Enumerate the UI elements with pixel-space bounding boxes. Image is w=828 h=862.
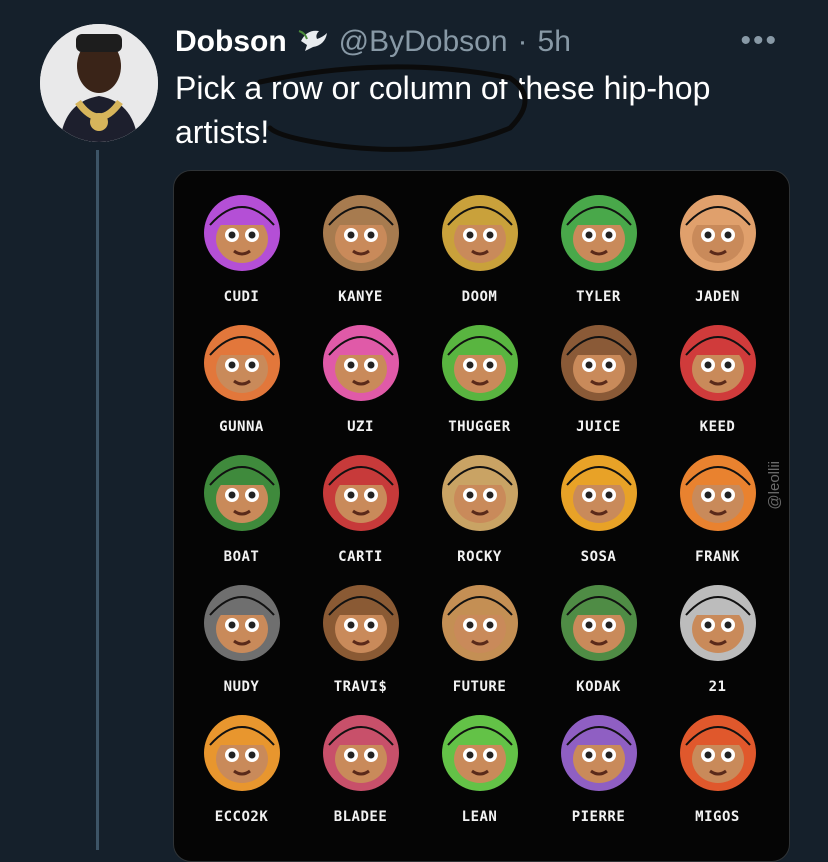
artist-face-icon bbox=[679, 455, 756, 531]
artist-face-icon bbox=[679, 715, 756, 791]
artist-cell: PIERRE bbox=[539, 699, 658, 829]
artist-cell: DOOM bbox=[420, 179, 539, 309]
watermark: @leollii bbox=[766, 461, 783, 510]
artist-cell: FRANK bbox=[658, 439, 777, 569]
artist-cell: GUNNA bbox=[182, 309, 301, 439]
artist-label: UZI bbox=[347, 419, 374, 435]
artist-label: BOAT bbox=[223, 549, 260, 565]
artist-label: PIERRE bbox=[571, 809, 626, 825]
artist-label: 21 bbox=[708, 679, 727, 695]
artist-label: FUTURE bbox=[452, 679, 507, 695]
artist-cell: KEED bbox=[658, 309, 777, 439]
artist-label: ROCKY bbox=[457, 549, 502, 565]
artist-cell: KANYE bbox=[301, 179, 420, 309]
artist-face-icon bbox=[679, 325, 756, 401]
artist-cell: ECCO2K bbox=[182, 699, 301, 829]
artist-face-icon bbox=[560, 325, 637, 401]
artist-face-icon bbox=[679, 195, 756, 271]
artist-face-icon bbox=[322, 715, 399, 791]
artist-cell: UZI bbox=[301, 309, 420, 439]
artist-face-icon bbox=[322, 585, 399, 661]
timestamp[interactable]: 5h bbox=[538, 25, 571, 59]
artist-label: THUGGER bbox=[448, 419, 511, 435]
artist-label: KODAK bbox=[576, 679, 621, 695]
artist-label: KEED bbox=[699, 419, 736, 435]
artist-face-icon bbox=[203, 585, 280, 661]
thread-line bbox=[96, 150, 99, 850]
artist-label: FRANK bbox=[695, 549, 740, 565]
more-options-button[interactable]: ••• bbox=[740, 24, 778, 58]
artist-label: CUDI bbox=[223, 289, 260, 305]
artist-cell: SOSA bbox=[539, 439, 658, 569]
artist-face-icon bbox=[560, 455, 637, 531]
artist-face-icon bbox=[322, 195, 399, 271]
artist-cell: THUGGER bbox=[420, 309, 539, 439]
artist-label: NUDY bbox=[223, 679, 260, 695]
artist-face-icon bbox=[441, 455, 518, 531]
artist-face-icon bbox=[322, 455, 399, 531]
artist-label: ECCO2K bbox=[214, 809, 269, 825]
profile-avatar[interactable] bbox=[40, 24, 158, 142]
artist-label: JUICE bbox=[576, 419, 621, 435]
artist-face-icon bbox=[203, 455, 280, 531]
artist-cell: NUDY bbox=[182, 569, 301, 699]
user-handle[interactable]: @ByDobson bbox=[339, 25, 508, 59]
artist-cell: 21 bbox=[658, 569, 777, 699]
artist-cell: BLADEE bbox=[301, 699, 420, 829]
artist-face-icon bbox=[441, 325, 518, 401]
artist-label: TRAVI$ bbox=[333, 679, 388, 695]
artist-label: CARTI bbox=[338, 549, 383, 565]
artist-cell: JADEN bbox=[658, 179, 777, 309]
artist-label: KANYE bbox=[338, 289, 383, 305]
artist-cell: TYLER bbox=[539, 179, 658, 309]
artist-face-icon bbox=[441, 195, 518, 271]
artist-label: GUNNA bbox=[219, 419, 264, 435]
artist-label: JADEN bbox=[695, 289, 740, 305]
artist-cell: FUTURE bbox=[420, 569, 539, 699]
artist-label: SOSA bbox=[580, 549, 617, 565]
artist-face-icon bbox=[441, 585, 518, 661]
artist-face-icon bbox=[441, 715, 518, 791]
artist-cell: KODAK bbox=[539, 569, 658, 699]
artist-face-icon bbox=[203, 715, 280, 791]
tweet-text: Pick a row or column of these hip-hop ar… bbox=[175, 70, 711, 150]
artist-face-icon bbox=[560, 715, 637, 791]
artist-label: LEAN bbox=[461, 809, 498, 825]
separator: · bbox=[517, 25, 528, 58]
artist-face-icon bbox=[322, 325, 399, 401]
artist-label: MIGOS bbox=[695, 809, 740, 825]
artist-cell: CARTI bbox=[301, 439, 420, 569]
dove-icon bbox=[297, 23, 329, 61]
artist-cell: LEAN bbox=[420, 699, 539, 829]
artist-cell: JUICE bbox=[539, 309, 658, 439]
artist-grid: CUDI KANYE DOOM TYLER JADEN GUNNA UZI THUGGER JU… bbox=[182, 179, 781, 861]
artist-face-icon bbox=[560, 585, 637, 661]
artist-cell: TRAVI$ bbox=[301, 569, 420, 699]
artist-face-icon bbox=[203, 325, 280, 401]
artist-label: BLADEE bbox=[333, 809, 388, 825]
artist-face-icon bbox=[203, 195, 280, 271]
artist-cell: CUDI bbox=[182, 179, 301, 309]
tweet-header: Dobson @ByDobson · 5h bbox=[175, 22, 571, 62]
avatar-portrait-icon bbox=[40, 24, 158, 142]
artist-cell: ROCKY bbox=[420, 439, 539, 569]
tweet-media-image[interactable]: CUDI KANYE DOOM TYLER JADEN GUNNA UZI THUGGER JU… bbox=[173, 170, 790, 862]
artist-cell: BOAT bbox=[182, 439, 301, 569]
artist-face-icon bbox=[560, 195, 637, 271]
artist-face-icon bbox=[679, 585, 756, 661]
artist-label: TYLER bbox=[576, 289, 621, 305]
display-name[interactable]: Dobson bbox=[175, 25, 287, 59]
artist-cell: MIGOS bbox=[658, 699, 777, 829]
artist-label: DOOM bbox=[461, 289, 498, 305]
